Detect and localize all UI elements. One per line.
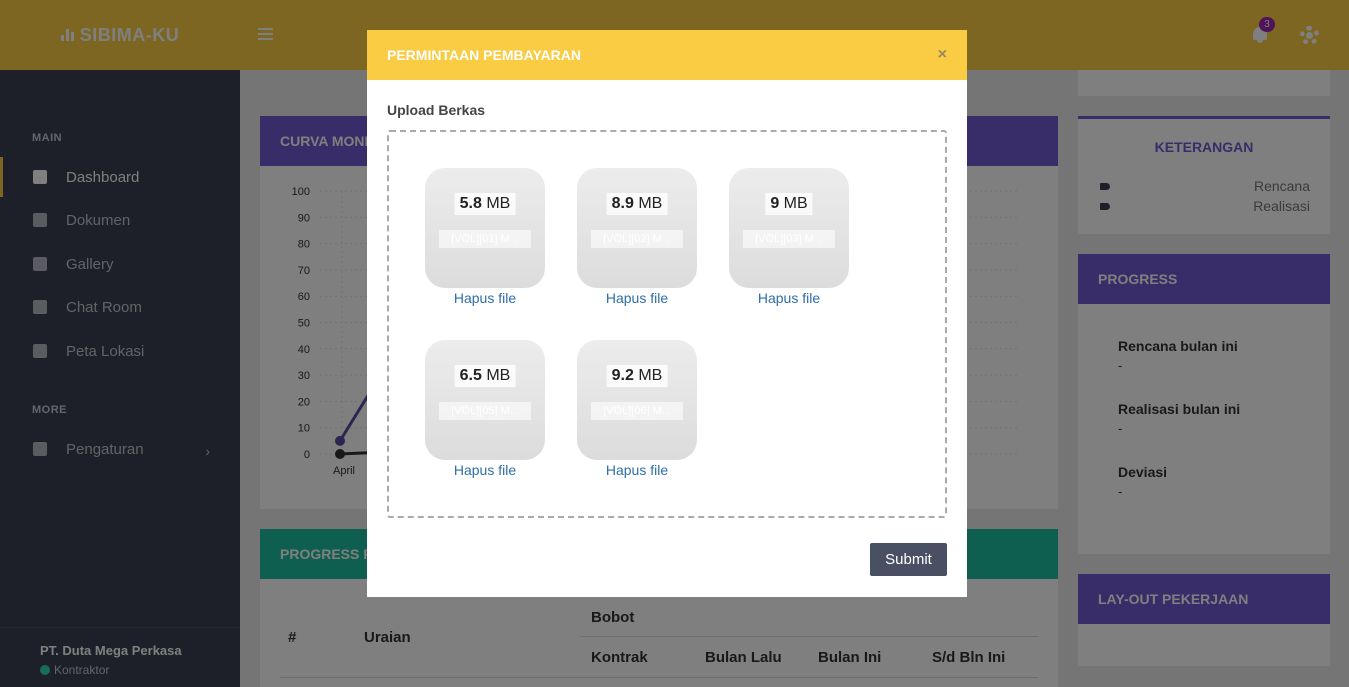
upload-label: Upload Berkas [387,102,486,118]
payment-request-modal: PERMINTAAN PEMBAYARAN × Upload Berkas 5.… [367,30,967,597]
file-size: 8.9 MB [606,193,668,215]
file-size: 9.2 MB [606,365,668,387]
file-preview: 9 MB [VOL][03] M... Hapus file [729,168,849,306]
file-preview: 6.5 MB [VOL][05] M... Hapus file [425,340,545,478]
file-thumbnail: 6.5 MB [VOL][05] M... [425,340,545,460]
modal-title: PERMINTAAN PEMBAYARAN [387,47,581,63]
file-preview: 5.8 MB [VOL][01] M... Hapus file [425,168,545,306]
file-name: [VOL][01] M... [439,230,531,248]
file-size: 9 MB [765,193,813,215]
file-dropzone[interactable]: 5.8 MB [VOL][01] M... Hapus file 8.9 MB … [387,130,947,518]
file-thumbnail: 8.9 MB [VOL][02] M... [577,168,697,288]
file-thumbnail: 9 MB [VOL][03] M... [729,168,849,288]
file-thumbnail: 5.8 MB [VOL][01] M... [425,168,545,288]
file-preview: 9.2 MB [VOL][06] M... Hapus file [577,340,697,478]
remove-file-link[interactable]: Hapus file [425,290,545,306]
modal-header: PERMINTAAN PEMBAYARAN × [367,30,967,80]
submit-button[interactable]: Submit [870,543,947,576]
file-size: 6.5 MB [454,365,516,387]
remove-file-link[interactable]: Hapus file [425,462,545,478]
remove-file-link[interactable]: Hapus file [577,462,697,478]
file-preview: 8.9 MB [VOL][02] M... Hapus file [577,168,697,306]
remove-file-link[interactable]: Hapus file [577,290,697,306]
close-icon[interactable]: × [938,46,947,64]
file-name: [VOL][05] M... [439,402,531,420]
file-name: [VOL][02] M... [591,230,683,248]
file-size: 5.8 MB [454,193,516,215]
remove-file-link[interactable]: Hapus file [729,290,849,306]
file-name: [VOL][03] M... [743,230,835,248]
file-thumbnail: 9.2 MB [VOL][06] M... [577,340,697,460]
file-name: [VOL][06] M... [591,402,683,420]
